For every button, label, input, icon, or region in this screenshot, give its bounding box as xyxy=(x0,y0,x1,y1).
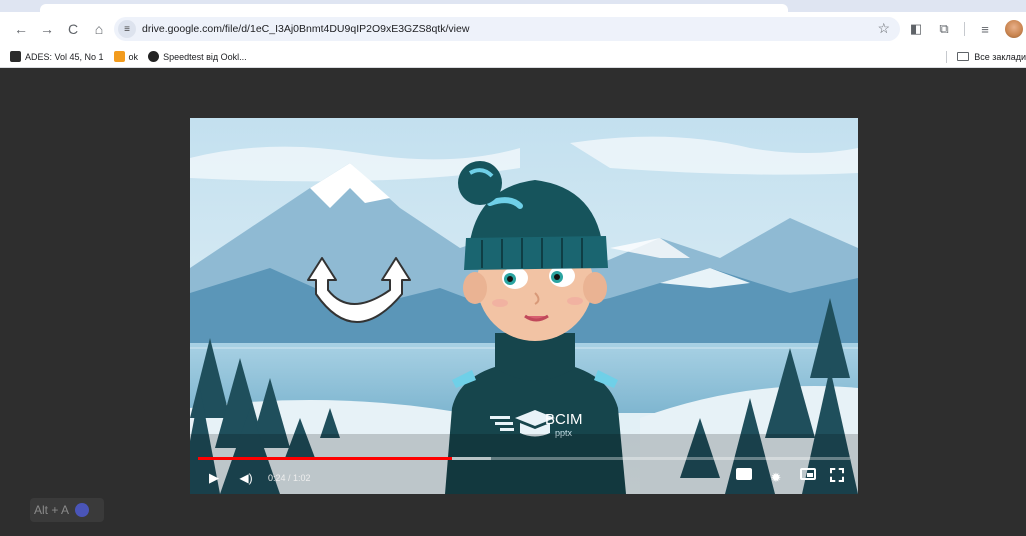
settings-icon[interactable]: ✹ xyxy=(766,468,786,488)
bookmark-item[interactable]: Speedtest від Ookl... xyxy=(148,51,247,62)
bookmarks-bar: ADES: Vol 45, No 1 ok Speedtest від Ookl… xyxy=(0,46,1026,68)
bookmarks-divider xyxy=(946,50,948,63)
bookmark-item[interactable]: ok xyxy=(113,51,139,62)
bookmark-label: Speedtest від Ookl... xyxy=(163,51,247,62)
extensions-puzzle-icon[interactable]: ⧉ xyxy=(936,20,952,38)
active-tab[interactable] xyxy=(40,4,788,12)
bcim-logo-text: BCIM xyxy=(545,411,583,428)
speedtest-favicon-icon xyxy=(148,51,160,62)
player-controls: ▶ ◀) 0:24 / 1:02 ✹ xyxy=(190,462,858,494)
captions-icon[interactable] xyxy=(736,468,752,480)
fullscreen-icon[interactable] xyxy=(830,468,844,482)
tab-strip xyxy=(0,0,1026,12)
forward-icon[interactable]: → xyxy=(36,18,58,40)
url-text[interactable]: drive.google.com/file/d/1eC_I3Aj0Bnmt4DU… xyxy=(142,23,469,35)
time-display: 0:24 / 1:02 xyxy=(268,473,311,483)
extension-icon[interactable]: ◧ xyxy=(908,20,924,38)
bookmark-star-icon[interactable]: ☆ xyxy=(877,20,890,37)
home-icon[interactable]: ⌂ xyxy=(88,18,110,40)
video-frame: BCIM pptx xyxy=(190,118,858,494)
drive-viewer: BCIM pptx ▶ ◀) 0:24 / 1:02 ✹ xyxy=(0,68,1026,536)
progress-bar[interactable] xyxy=(198,457,850,460)
browser-toolbar: ← → C ⌂ ≡ drive.google.com/file/d/1eC_I3… xyxy=(0,12,1026,46)
shortcut-label: Alt + A xyxy=(34,503,70,517)
bookmark-item[interactable]: ADES: Vol 45, No 1 xyxy=(10,51,104,62)
address-bar[interactable]: ≡ drive.google.com/file/d/1eC_I3Aj0Bnmt4… xyxy=(114,17,900,41)
bookmark-label: ok xyxy=(128,51,139,62)
back-icon[interactable]: ← xyxy=(10,18,32,40)
progress-played xyxy=(198,457,453,460)
reload-icon[interactable]: C xyxy=(62,18,84,40)
miniplayer-icon[interactable] xyxy=(800,468,816,480)
play-button[interactable]: ▶ xyxy=(204,468,224,488)
reading-list-icon[interactable]: ≡ xyxy=(977,20,993,38)
video-player[interactable]: BCIM pptx ▶ ◀) 0:24 / 1:02 ✹ xyxy=(190,118,858,494)
toolbar-divider xyxy=(964,22,965,36)
folder-icon xyxy=(957,52,970,61)
ades-favicon-icon xyxy=(10,51,21,62)
assistant-icon xyxy=(75,503,90,517)
all-bookmarks-label: Все заклади xyxy=(974,51,1026,62)
volume-button[interactable]: ◀) xyxy=(236,468,256,488)
site-info-icon[interactable]: ≡ xyxy=(118,20,136,38)
all-bookmarks[interactable]: Все заклади xyxy=(946,46,1026,67)
ok-favicon-icon xyxy=(113,51,125,62)
profile-avatar[interactable] xyxy=(1005,20,1023,38)
bookmark-label: ADES: Vol 45, No 1 xyxy=(25,51,104,62)
accessibility-shortcut-badge[interactable]: Alt + A xyxy=(30,498,104,522)
